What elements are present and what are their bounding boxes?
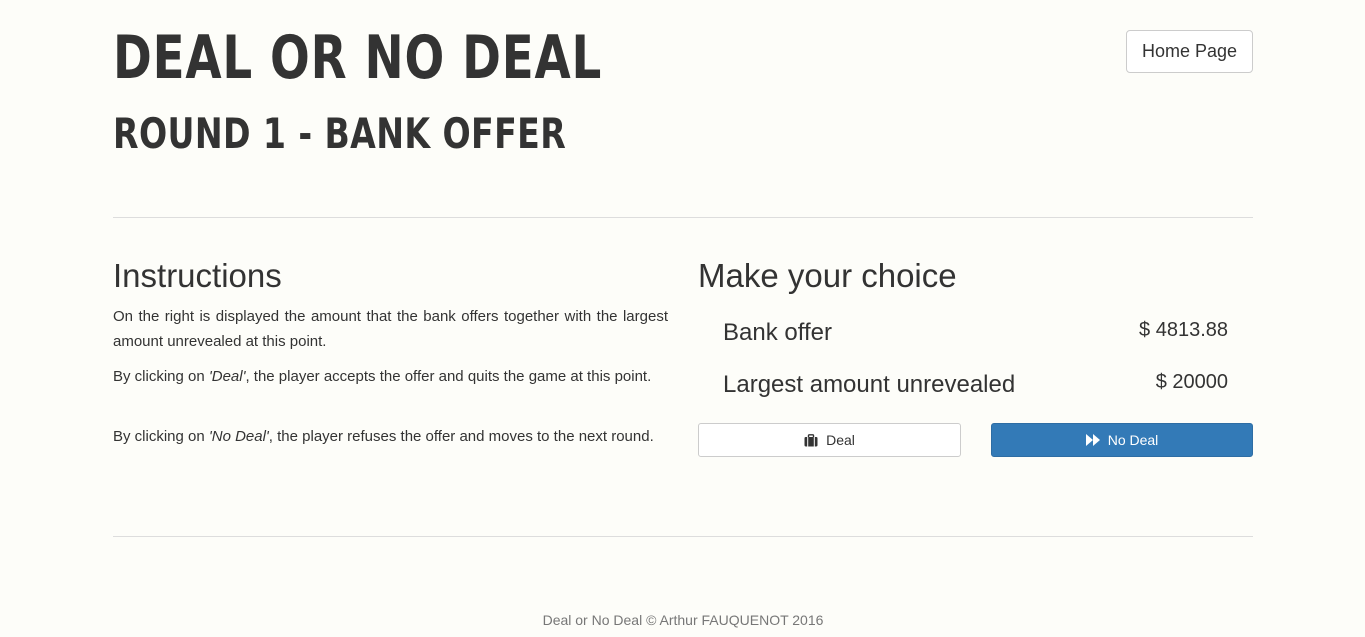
bank-offer-label: Bank offer [723, 319, 832, 346]
deal-button-label: Deal [826, 432, 855, 448]
page-header: DEAL OR NO DEAL ROUND 1 - BANK OFFER Hom… [113, 0, 1253, 218]
page-container: DEAL OR NO DEAL ROUND 1 - BANK OFFER Hom… [113, 0, 1253, 628]
main-content: Instructions On the right is displayed t… [113, 218, 1253, 537]
instructions-text: By clicking on [113, 368, 209, 385]
instructions-heading: Instructions [113, 257, 282, 294]
instructions-paragraph-3: By clicking on 'No Deal', the player ref… [113, 424, 668, 449]
largest-amount-value: $ 20000 [1155, 371, 1228, 393]
no-deal-button-label: No Deal [1107, 432, 1159, 448]
instructions-paragraph-2: By clicking on 'Deal', the player accept… [113, 364, 668, 389]
choice-heading: Make your choice [698, 257, 957, 294]
deal-button[interactable]: Deal [698, 423, 961, 457]
no-deal-emphasis: 'No Deal' [208, 428, 269, 445]
bank-offer-row: Bank offer $ 4813.88 [723, 313, 1228, 353]
footer-copyright: Deal or No Deal © Arthur FAUQUENOT 2016 [542, 612, 824, 628]
largest-amount-row: Largest amount unrevealed $ 20000 [723, 365, 1228, 405]
deal-emphasis: 'Deal' [208, 368, 246, 385]
largest-amount-label: Largest amount unrevealed [723, 371, 1016, 398]
instructions-text: , the player accepts the offer and quits… [245, 368, 652, 385]
instructions-text: By clicking on [113, 428, 209, 445]
instructions-text: , the player refuses the offer and moves… [268, 428, 654, 445]
bank-offer-value: $ 4813.88 [1139, 319, 1228, 341]
page-title: DEAL OR NO DEAL [113, 23, 603, 93]
instructions-paragraph-1: On the right is displayed the amount tha… [113, 308, 668, 350]
page-subtitle: ROUND 1 - BANK OFFER [113, 109, 567, 158]
briefcase-icon [804, 433, 818, 447]
no-deal-button[interactable]: No Deal [991, 423, 1253, 457]
fast-forward-icon [1085, 434, 1100, 446]
home-page-button[interactable]: Home Page [1126, 30, 1253, 73]
